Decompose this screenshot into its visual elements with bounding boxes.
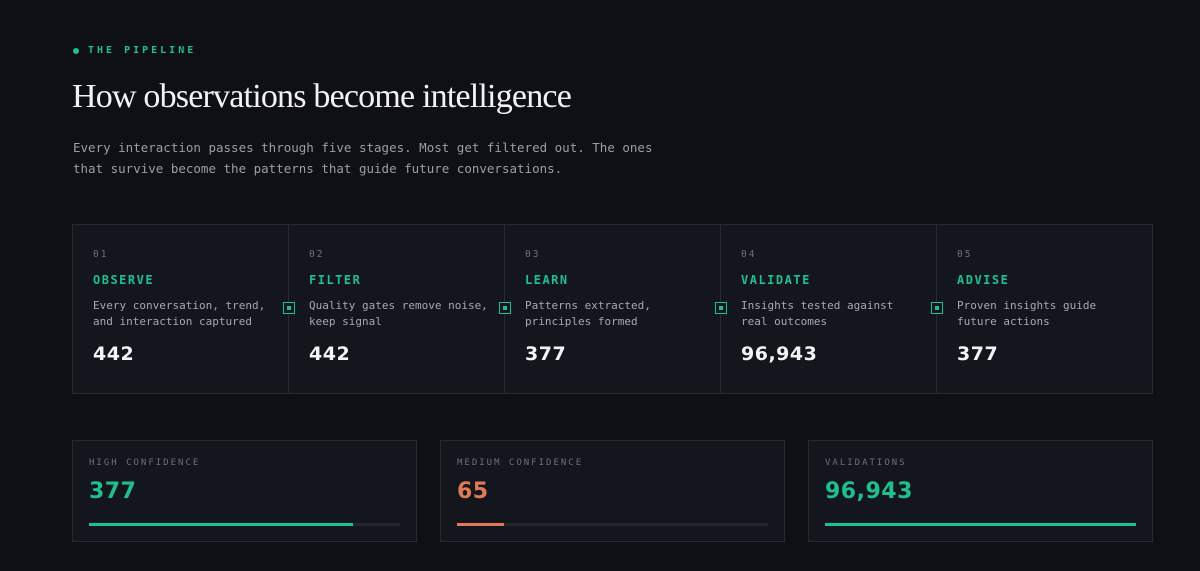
progress-bar bbox=[457, 523, 768, 526]
metric-card-medium-confidence: MEDIUM CONFIDENCE 65 bbox=[440, 440, 785, 542]
stage-description: Insights tested against real outcomes bbox=[741, 299, 894, 328]
metric-card-high-confidence: HIGH CONFIDENCE 377 bbox=[72, 440, 417, 542]
stage-validate: 04 VALIDATE Insights tested against real… bbox=[715, 225, 937, 393]
stage-name: ADVISE bbox=[957, 273, 1010, 287]
stage-name: OBSERVE bbox=[93, 273, 155, 287]
confidence-metrics: HIGH CONFIDENCE 377 MEDIUM CONFIDENCE 65… bbox=[72, 440, 1153, 542]
stage-name: VALIDATE bbox=[741, 273, 811, 287]
progress-fill bbox=[89, 523, 354, 526]
stage-advise: 05 ADVISE Proven insights guide future a… bbox=[931, 225, 1152, 393]
stage-observe: 01 OBSERVE Every conversation, trend, an… bbox=[73, 225, 289, 393]
stage-filter: 02 FILTER Quality gates remove noise, ke… bbox=[283, 225, 505, 393]
status-dot-icon bbox=[73, 47, 79, 54]
metric-label: VALIDATIONS bbox=[825, 458, 907, 468]
stage-number: 03 bbox=[525, 249, 541, 260]
stage-connector-icon bbox=[283, 302, 295, 314]
stage-number: 01 bbox=[93, 249, 109, 260]
stage-count: 442 bbox=[93, 343, 135, 365]
stage-count: 96,943 bbox=[741, 343, 818, 365]
section-eyebrow: THE PIPELINE bbox=[73, 45, 196, 56]
stage-name: LEARN bbox=[525, 273, 569, 287]
metric-card-validations: VALIDATIONS 96,943 bbox=[808, 440, 1153, 542]
stage-description: Proven insights guide future actions bbox=[957, 299, 1097, 328]
metric-value: 377 bbox=[89, 479, 137, 504]
metric-label: HIGH CONFIDENCE bbox=[89, 458, 201, 468]
stage-number: 04 bbox=[741, 249, 757, 260]
progress-fill bbox=[825, 523, 1136, 526]
metric-label: MEDIUM CONFIDENCE bbox=[457, 458, 584, 468]
metric-value: 96,943 bbox=[825, 479, 913, 504]
stage-number: 02 bbox=[309, 249, 325, 260]
stage-learn: 03 LEARN Patterns extracted, principles … bbox=[499, 225, 721, 393]
stage-connector-icon bbox=[499, 302, 511, 314]
eyebrow-label: THE PIPELINE bbox=[88, 45, 197, 56]
stage-description: Quality gates remove noise, keep signal bbox=[309, 299, 488, 328]
progress-bar bbox=[89, 523, 400, 526]
metric-value: 65 bbox=[457, 479, 489, 504]
stage-connector-icon bbox=[931, 302, 943, 314]
stage-count: 377 bbox=[957, 343, 999, 365]
progress-fill bbox=[457, 523, 504, 526]
progress-bar bbox=[825, 523, 1136, 526]
stage-name: FILTER bbox=[309, 273, 362, 287]
pipeline-stages: 01 OBSERVE Every conversation, trend, an… bbox=[72, 224, 1153, 394]
stage-count: 377 bbox=[525, 343, 567, 365]
stage-count: 442 bbox=[309, 343, 351, 365]
pipeline-page: THE PIPELINE How observations become int… bbox=[0, 0, 1200, 571]
stage-description: Patterns extracted, principles formed bbox=[525, 299, 651, 328]
page-subtitle: Every interaction passes through five st… bbox=[73, 140, 653, 176]
stage-connector-icon bbox=[715, 302, 727, 314]
stage-number: 05 bbox=[957, 249, 973, 260]
page-title: How observations become intelligence bbox=[72, 78, 572, 115]
stage-description: Every conversation, trend, and interacti… bbox=[93, 299, 266, 328]
